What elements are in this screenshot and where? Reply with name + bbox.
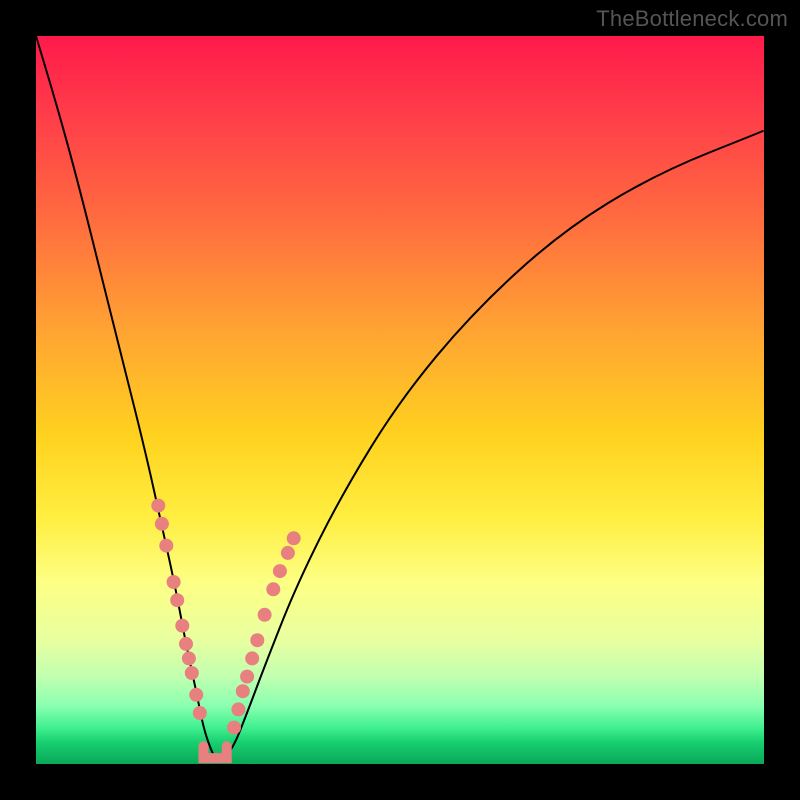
marker-dot: [240, 670, 254, 684]
marker-dot: [151, 499, 165, 513]
markers-right-cluster: [227, 531, 301, 734]
marker-dot: [182, 651, 196, 665]
bottleneck-curve: [36, 36, 764, 760]
marker-dot: [185, 666, 199, 680]
marker-dot: [231, 702, 245, 716]
chart-svg: [36, 36, 764, 764]
chart-frame: TheBottleneck.com: [0, 0, 800, 800]
marker-dot: [250, 633, 264, 647]
marker-dot: [167, 575, 181, 589]
marker-dot: [170, 593, 184, 607]
marker-dot: [189, 688, 203, 702]
marker-dot: [155, 517, 169, 531]
marker-dot: [287, 531, 301, 545]
plot-area: [36, 36, 764, 764]
watermark-label: TheBottleneck.com: [596, 6, 788, 32]
marker-dot: [227, 721, 241, 735]
marker-dot: [281, 546, 295, 560]
marker-dot: [236, 684, 250, 698]
marker-dot: [193, 706, 207, 720]
optimal-bracket-icon: [203, 746, 226, 758]
marker-dot: [179, 637, 193, 651]
marker-dot: [258, 608, 272, 622]
marker-dot: [245, 651, 259, 665]
marker-dot: [175, 619, 189, 633]
marker-dot: [159, 539, 173, 553]
marker-dot: [266, 582, 280, 596]
marker-dot: [273, 564, 287, 578]
